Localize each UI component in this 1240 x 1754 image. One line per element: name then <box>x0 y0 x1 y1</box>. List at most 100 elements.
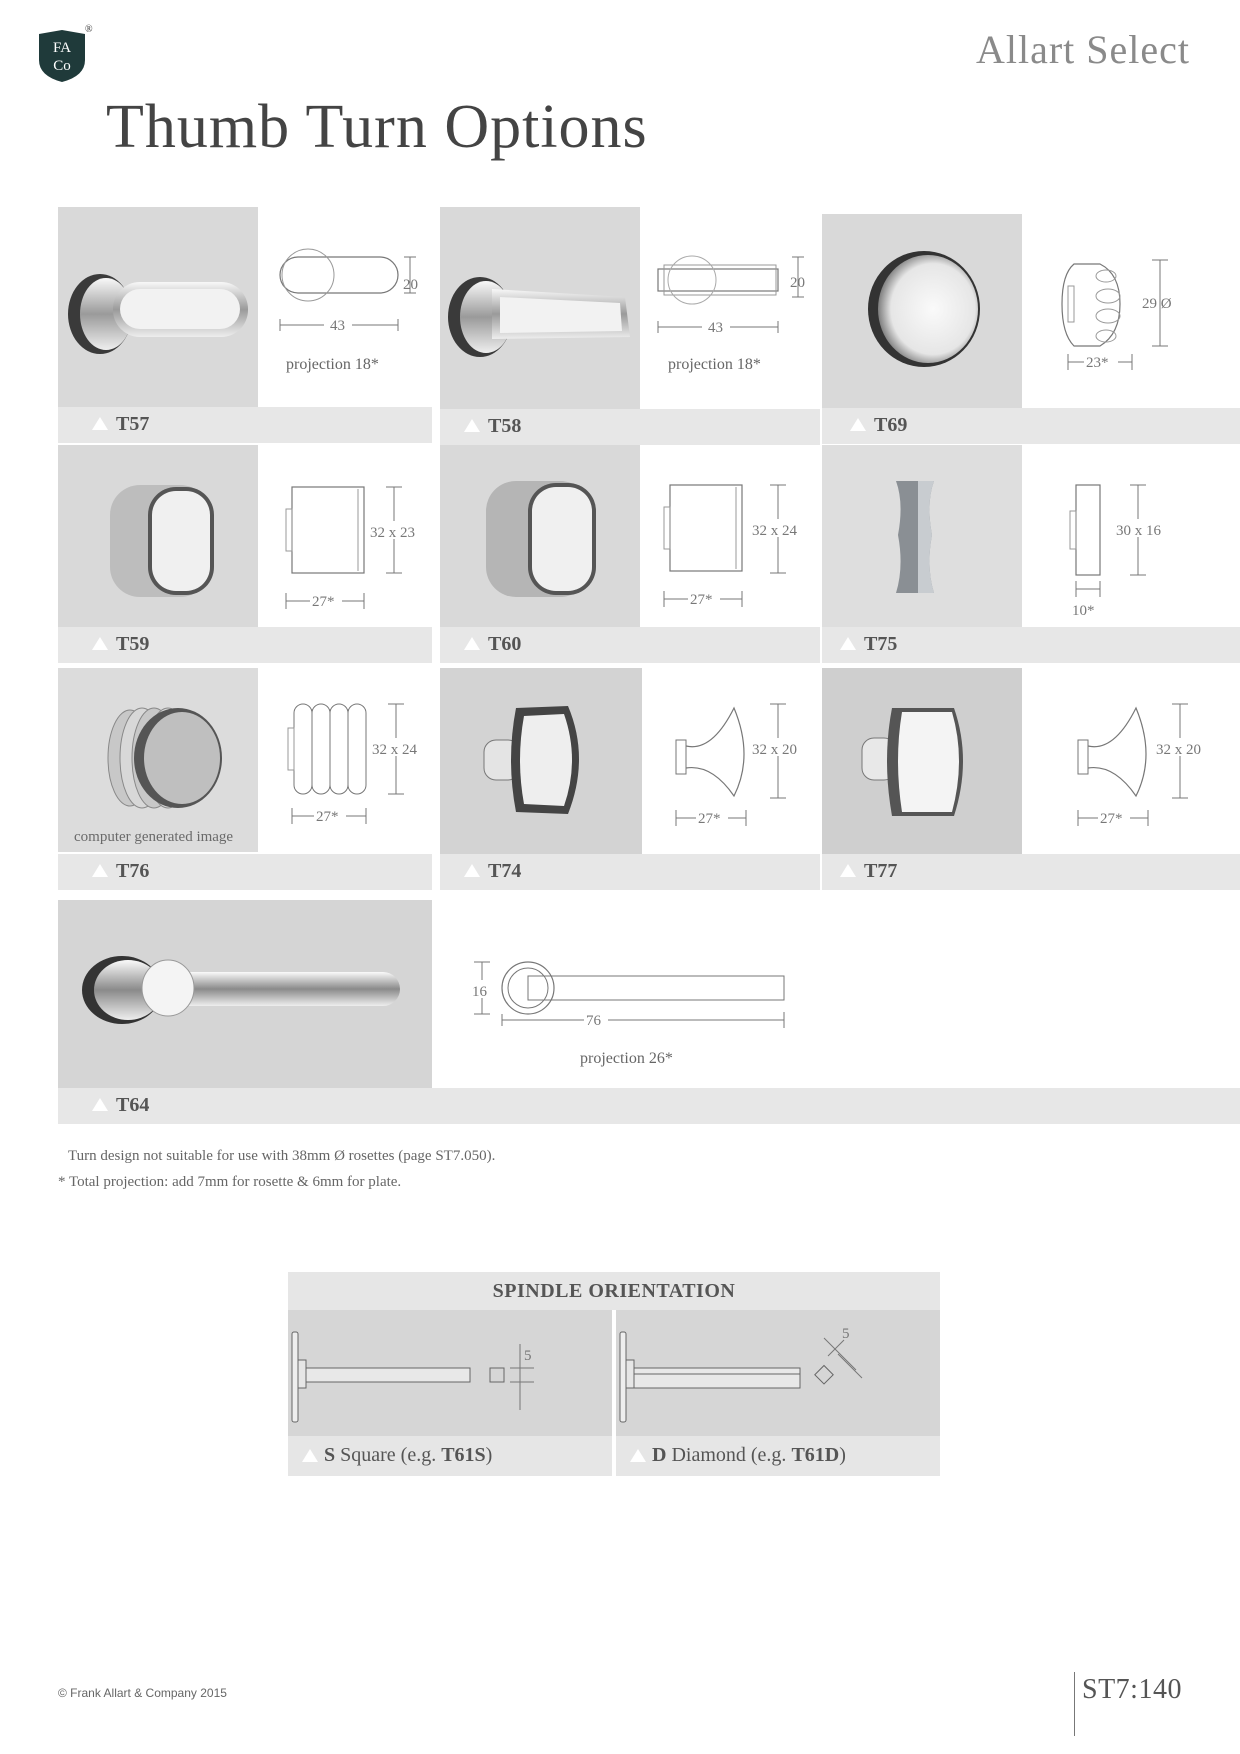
product-tile-t74: 32 x 20 27* T74 <box>440 668 820 890</box>
product-code: T59 <box>116 633 150 655</box>
product-label-bar: T69 <box>822 408 1240 444</box>
product-label-bar: T57 <box>58 407 432 443</box>
product-photo-t76: computer generated image <box>58 668 258 852</box>
product-label-bar: T58 <box>440 409 820 445</box>
note-projection: * Total projection: add 7mm for rosette … <box>58 1174 402 1190</box>
dim-diameter: 29 Ø <box>1142 296 1172 312</box>
triangle-icon <box>302 1449 318 1462</box>
page-title: Thumb Turn Options <box>106 93 648 161</box>
dim-height: 20 <box>403 277 418 293</box>
product-label-bar: T60 <box>440 627 820 663</box>
product-code: T60 <box>488 633 522 655</box>
spindle-diamond-drawing: 5 <box>616 1310 940 1436</box>
dim-projection: 10* <box>1072 603 1095 619</box>
triangle-icon <box>92 417 108 430</box>
triangle-icon <box>92 637 108 650</box>
product-tile-t69: 29 Ø 23* T69 <box>822 214 1240 446</box>
product-photo-t69 <box>822 214 1022 408</box>
product-code: T69 <box>874 414 908 436</box>
technical-drawing-t58: 20 43 projection 18* <box>640 207 820 409</box>
brand-name: Allart Select <box>975 27 1190 72</box>
triangle-icon <box>464 864 480 877</box>
technical-drawing-t76: 32 x 24 27* <box>258 668 432 852</box>
triangle-icon <box>840 637 856 650</box>
product-photo-t74 <box>440 668 642 854</box>
product-tile-t76: computer generated image 32 x 24 27* T76 <box>58 668 432 890</box>
triangle-icon <box>464 419 480 432</box>
product-code: T64 <box>116 1094 150 1116</box>
product-tile-t64: 16 76 projection 26* T64 <box>58 900 1240 1124</box>
dim-height: 20 <box>790 275 805 291</box>
technical-drawing-t59: 32 x 23 27* <box>258 445 432 627</box>
product-code: T74 <box>488 860 522 882</box>
logo-text-top: FA <box>53 40 71 56</box>
product-tile-t59: 32 x 23 27* T59 <box>58 445 432 665</box>
spindle-orientation-panel: SPINDLE ORIENTATION 5 5 S Square (e.g. T… <box>288 1272 940 1476</box>
triangle-icon <box>840 864 856 877</box>
triangle-icon <box>630 1449 646 1462</box>
round-knob-icon <box>868 251 980 367</box>
spindle-title: SPINDLE ORIENTATION <box>288 1272 940 1310</box>
product-tile-t57: 20 43 projection 18* T57 <box>58 207 432 443</box>
page-divider <box>1074 1672 1075 1736</box>
spindle-square-label: S Square (e.g. T61S) <box>324 1444 493 1466</box>
square-knob-icon <box>486 481 596 597</box>
technical-drawing-t57: 20 43 projection 18* <box>258 207 432 407</box>
triangle-icon <box>464 637 480 650</box>
bar-turn-icon <box>896 481 934 593</box>
company-logo: FA Co ® <box>35 24 93 84</box>
projection-label: projection 18* <box>286 356 379 373</box>
dim-projection: 27* <box>312 594 335 610</box>
product-label-bar: T59 <box>58 627 432 663</box>
product-photo-t59 <box>58 445 258 627</box>
dim-length: 43 <box>330 318 345 334</box>
page-number: ST7:140 <box>1082 1674 1182 1705</box>
diamond-spindle-icon: 5 <box>619 1326 863 1423</box>
dim-projection: 27* <box>316 809 339 825</box>
logo-text-bottom: Co <box>53 58 71 74</box>
shield-logo-icon: FA Co <box>39 30 85 82</box>
photo-caption: computer generated image <box>74 829 234 845</box>
product-tile-t77: 32 x 20 27* T77 <box>822 668 1240 890</box>
dim-width: 23* <box>1086 355 1109 371</box>
product-tile-t60: 32 x 24 27* T60 <box>440 445 820 665</box>
projection-label: projection 18* <box>668 356 761 373</box>
lever-turn-icon <box>448 277 630 357</box>
product-label-bar: T77 <box>822 854 1240 890</box>
dim-size: 32 x 20 <box>1156 742 1201 758</box>
technical-drawing-t64: 16 76 projection 26* <box>432 900 1240 1088</box>
technical-drawing-t60: 32 x 24 27* <box>640 445 820 627</box>
projection-label: projection 26* <box>580 1050 673 1067</box>
dim-size: 32 x 20 <box>752 742 797 758</box>
spindle-diamond-label: D Diamond (e.g. T61D) <box>652 1444 846 1466</box>
triangle-icon <box>92 1098 108 1111</box>
product-code: T58 <box>488 415 522 437</box>
dim-height: 16 <box>472 984 488 1000</box>
technical-drawing-t77: 32 x 20 27* <box>1022 668 1240 854</box>
technical-drawing-t74: 32 x 20 27* <box>642 668 820 854</box>
spindle-diamond-label-bar: D Diamond (e.g. T61D) <box>616 1436 940 1476</box>
dim-projection: 27* <box>690 592 713 608</box>
ribbed-knob-icon <box>107 707 222 809</box>
product-label-bar: T75 <box>822 627 1240 663</box>
product-photo-t64 <box>58 900 432 1088</box>
product-photo-t57 <box>58 207 258 407</box>
cupped-knob-icon <box>861 708 963 816</box>
lever-turn-icon <box>68 274 248 354</box>
product-label-bar: T76 <box>58 854 432 890</box>
product-code: T57 <box>116 413 150 435</box>
dim-size: 32 x 24 <box>372 742 418 758</box>
spindle-square-drawing: 5 <box>288 1310 612 1436</box>
technical-drawing-t69: 29 Ø 23* <box>1022 214 1240 408</box>
spindle-square-label-bar: S Square (e.g. T61S) <box>288 1436 612 1476</box>
copyright: © Frank Allart & Company 2015 <box>58 1686 227 1700</box>
dim-projection: 27* <box>698 811 721 827</box>
product-code: T76 <box>116 860 150 882</box>
dim-size: 32 x 24 <box>752 523 798 539</box>
product-photo-t60 <box>440 445 640 627</box>
product-tile-t75: 30 x 16 10* T75 <box>822 445 1240 665</box>
dim-projection: 27* <box>1100 811 1123 827</box>
dim-length: 43 <box>708 320 723 336</box>
dim-diamond: 5 <box>842 1326 850 1342</box>
product-label-bar: T64 <box>58 1088 1240 1124</box>
